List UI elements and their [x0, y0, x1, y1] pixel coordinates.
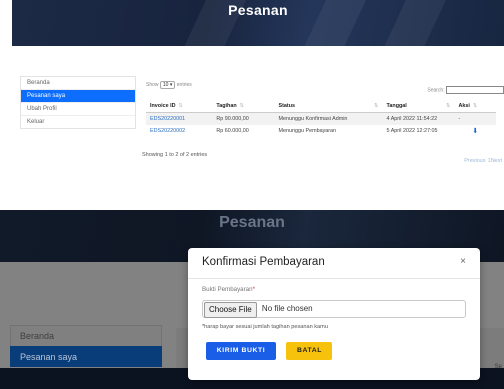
amount-cell: Rp 90.000,00 [212, 112, 275, 125]
submit-proof-button[interactable]: KIRIM BUKTI [206, 342, 276, 360]
entries-select[interactable]: 10 ▾ [159, 81, 176, 89]
column-header-aksi[interactable]: Aksi ⇅ [454, 100, 496, 113]
pagination-previous[interactable]: Previous [464, 158, 485, 164]
sidebar-menu: Beranda Pesanan saya Ubah Profil Keluar [20, 76, 136, 129]
banner-title: Pesanan [228, 2, 288, 18]
close-icon[interactable]: × [460, 256, 466, 267]
search-label: Search: [427, 87, 445, 94]
column-header-status[interactable]: Status ⇅ [274, 100, 383, 113]
chevron-down-icon: ▾ [169, 82, 173, 88]
amount-cell: Rp 60.000,00 [216, 128, 249, 134]
proof-file-input[interactable]: Choose File No file chosen [202, 300, 466, 318]
sort-icon: ⇅ [472, 103, 478, 109]
column-header-invoice[interactable]: Invoice ID ⇅ [146, 100, 213, 113]
search-input[interactable] [446, 86, 504, 94]
table-info: Showing 1 to 2 of 2 entries [142, 152, 208, 158]
payment-confirmation-modal: Konfirmasi Pembayaran × Bukti Pembayaran… [188, 248, 480, 380]
entries-length-control: Show 10 ▾ entries [146, 81, 192, 89]
status-cell: Menunggu Pembayaran [278, 128, 337, 134]
sidebar-menu: Beranda Pesanan saya [10, 325, 162, 367]
invoice-link[interactable]: EDS20220002 [146, 125, 212, 137]
sidebar-item-keluar[interactable]: Keluar [21, 116, 135, 128]
table-header-row: Invoice ID ⇅ Tagihan ⇅ Status ⇅ Tanggal ⇅ Ak… [146, 100, 496, 113]
sidebar-item-pesanan-saya[interactable]: Pesanan saya [21, 90, 135, 103]
sidebar-item-beranda[interactable]: Beranda [21, 77, 135, 90]
sidebar-item-pesanan-saya[interactable]: Pesanan saya [10, 346, 162, 367]
download-icon[interactable]: ⬇ [455, 125, 496, 137]
required-mark: * [252, 286, 255, 293]
cancel-button[interactable]: BATAL [286, 342, 333, 360]
page-banner: Pesanan [12, 0, 504, 46]
sidebar-item-ubah-profil[interactable]: Ubah Profil [21, 103, 135, 116]
sort-icon: ⇅ [445, 103, 451, 109]
file-status-text: No file chosen [261, 304, 313, 313]
entries-label: entries [176, 82, 192, 88]
column-header-tanggal[interactable]: Tanggal ⇅ [382, 100, 455, 113]
table-row: EDS20220001 Rp 90.000,00 Menunggu Konfir… [146, 112, 496, 125]
pagination: Previous 1Next [462, 158, 502, 164]
status-cell: Menunggu Konfirmasi Admin [274, 112, 383, 125]
invoice-link[interactable]: EDS20220001 [146, 112, 213, 125]
table-row: EDS20220002 Rp 60.000,00 Menunggu Pembay… [146, 125, 496, 137]
orders-table: Invoice ID ⇅ Tagihan ⇅ Status ⇅ Tanggal ⇅ Ak… [146, 100, 496, 137]
choose-file-button[interactable]: Choose File [204, 302, 257, 318]
screenshot-orders-page: Pesanan Beranda Pesanan saya Ubah Profil… [0, 0, 504, 176]
table-search: Search: [427, 86, 504, 94]
pagination-next[interactable]: Next [491, 158, 502, 164]
date-cell: 5 April 2022 12:27:05 [386, 128, 438, 134]
screenshot-payment-modal: Pesanan Beranda Pesanan saya Se Copyrigh… [0, 210, 504, 389]
banner-title: Pesanan [219, 214, 285, 231]
proof-field-label: Bukti Pembayaran* [202, 286, 255, 293]
orders-panel: Show 10 ▾ entries Search: [146, 78, 504, 94]
date-cell: 4 April 2022 11:54:22 [382, 112, 455, 125]
sort-icon: ⇅ [239, 103, 245, 109]
column-header-tagihan[interactable]: Tagihan ⇅ [212, 100, 275, 113]
modal-title: Konfirmasi Pembayaran [202, 256, 325, 268]
show-label: Show [146, 82, 159, 88]
sidebar-item-beranda[interactable]: Beranda [10, 325, 162, 346]
payment-hint: *harap bayar sesuai jumlah tagihan pesan… [202, 324, 328, 330]
sort-icon: ⇅ [373, 103, 379, 109]
sort-icon: ⇅ [178, 103, 183, 109]
modal-header: Konfirmasi Pembayaran × [188, 248, 480, 279]
modal-actions: KIRIM BUKTI BATAL [206, 342, 333, 360]
action-cell: - [454, 112, 496, 125]
